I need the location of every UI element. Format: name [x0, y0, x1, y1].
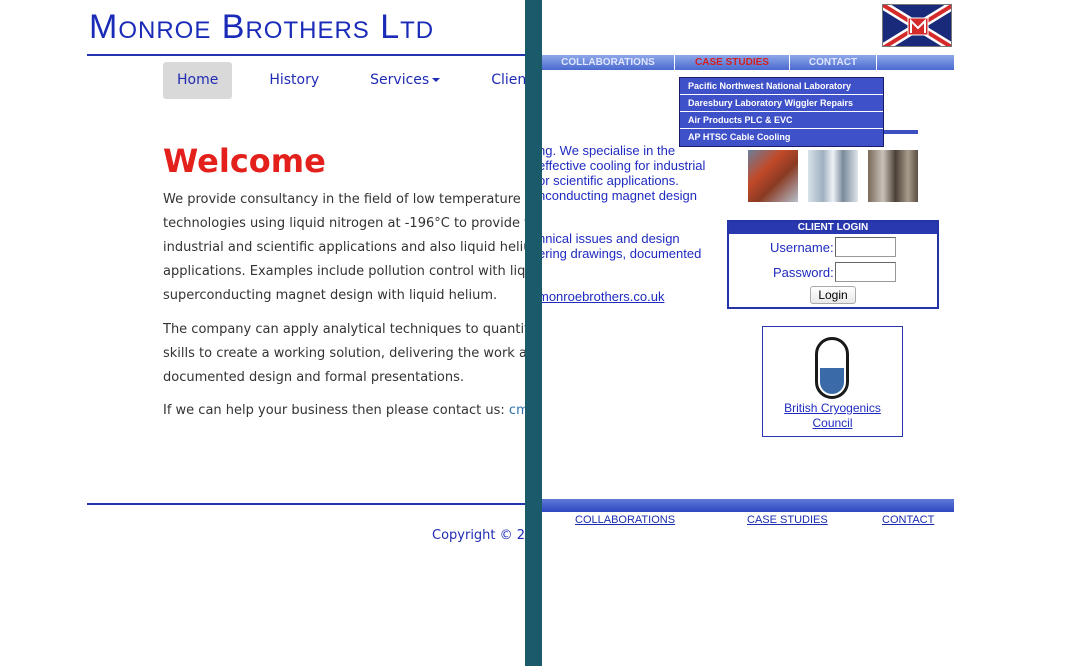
equipment-photo — [748, 150, 798, 202]
footer-link-collaborations[interactable]: COLLABORATIONS — [575, 514, 675, 526]
username-label: Username: — [770, 240, 834, 255]
old-capabilities-text: hnical issues and design ering drawings,… — [542, 231, 701, 261]
paragraph-line: We provide consultancy in the field of l… — [163, 192, 525, 207]
bcc-link-line: British Cryogenics — [784, 401, 881, 415]
text-line: or scientific applications. — [542, 173, 679, 188]
contact-text: If we can help your business then please… — [163, 403, 509, 418]
bcc-link[interactable]: British Cryogenics Council — [763, 401, 902, 431]
footer-link-case-studies[interactable]: CASE STUDIES — [747, 514, 828, 526]
old-intro-text: ng. We specialise in the effective cooli… — [542, 143, 705, 203]
username-input[interactable] — [835, 237, 896, 257]
case-studies-dropdown: Pacific Northwest National Laboratory Da… — [679, 77, 884, 147]
lab-photo — [868, 150, 918, 202]
paragraph-line: applications. Examples include pollution… — [163, 264, 525, 279]
capabilities-paragraph: The company can apply analytical techniq… — [163, 318, 525, 390]
company-flag-logo — [882, 4, 952, 47]
paragraph-line: If we can help your business then please… — [163, 399, 525, 423]
old-site-panel: COLLABORATIONS CASE STUDIES CONTACT ng. … — [542, 0, 1066, 666]
footer-divider — [87, 503, 525, 505]
old-nav-collaborations[interactable]: COLLABORATIONS — [542, 55, 675, 70]
nav-history[interactable]: History — [255, 62, 333, 99]
text-line: hnical issues and design — [542, 231, 680, 246]
paragraph-line: superconducting magnet design with liqui… — [163, 288, 498, 303]
comparison-slider-handle[interactable] — [525, 0, 542, 666]
paragraph-line: The company can apply analytical techniq… — [163, 322, 525, 337]
dropdown-item-air-products[interactable]: Air Products PLC & EVC — [680, 112, 883, 129]
bcc-link-line: Council — [812, 416, 853, 430]
caret-down-icon — [432, 78, 441, 82]
text-line: ering drawings, documented — [542, 246, 702, 261]
old-nav-contact[interactable]: CONTACT — [790, 55, 877, 70]
welcome-heading: Welcome — [163, 142, 326, 180]
client-login-box: CLIENT LOGIN Username: Password: Login — [727, 220, 939, 309]
paragraph-line: technologies using liquid nitrogen at -1… — [163, 216, 525, 231]
dropdown-item-daresbury[interactable]: Daresbury Laboratory Wiggler Repairs — [680, 95, 883, 112]
nav-client-list[interactable]: Client List — [477, 62, 525, 99]
login-button[interactable]: Login — [810, 286, 856, 304]
bcc-badge[interactable]: British Cryogenics Council — [762, 326, 903, 437]
email-text: monroebrothers.co.uk — [542, 289, 665, 304]
site-brand[interactable]: Monroe Brothers Ltd — [89, 8, 434, 47]
copyright-text: Copyright © 20 — [432, 528, 525, 543]
text-line: nconducting magnet design — [542, 188, 698, 203]
nav-services-label: Services — [370, 72, 430, 88]
client-login-header: CLIENT LOGIN — [729, 222, 937, 234]
cryogenic-capsule-icon — [815, 337, 849, 399]
old-email-link[interactable]: monroebrothers.co.uk — [542, 289, 664, 304]
main-nav: Home History Services Client List — [163, 62, 525, 99]
paragraph-line: industrial and scientific applications a… — [163, 240, 525, 255]
nav-services[interactable]: Services — [356, 62, 454, 99]
contact-paragraph: If we can help your business then please… — [163, 399, 525, 423]
old-nav-case-studies[interactable]: CASE STUDIES — [675, 55, 790, 70]
nav-client-list-label: Client List — [491, 72, 525, 88]
password-input[interactable] — [835, 262, 896, 282]
nav-home[interactable]: Home — [163, 62, 233, 99]
old-footer-bar — [542, 499, 954, 512]
new-site-panel: Monroe Brothers Ltd Home History Service… — [0, 0, 525, 666]
paragraph-line: skills to create a working solution, del… — [163, 346, 525, 361]
paragraph-line: documented design and formal presentatio… — [163, 370, 465, 385]
contact-email-link[interactable]: cmonroe@ — [509, 403, 525, 418]
footer-link-contact[interactable]: CONTACT — [882, 514, 934, 526]
intro-paragraph: We provide consultancy in the field of l… — [163, 188, 525, 308]
facility-photo — [808, 150, 858, 202]
header-divider — [87, 54, 525, 56]
old-nav-bar: COLLABORATIONS CASE STUDIES CONTACT — [542, 55, 954, 70]
text-line: effective cooling for industrial — [542, 158, 706, 173]
dropdown-item-pnnl[interactable]: Pacific Northwest National Laboratory — [680, 78, 883, 95]
password-label: Password: — [773, 265, 834, 280]
dropdown-item-htsc[interactable]: AP HTSC Cable Cooling — [680, 129, 883, 146]
